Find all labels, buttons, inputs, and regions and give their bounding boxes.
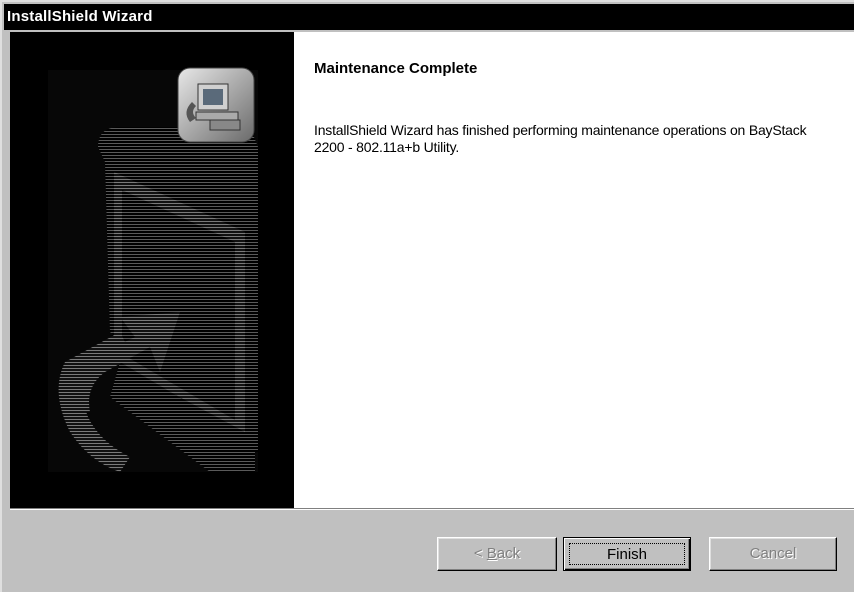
back-button[interactable]: < Back bbox=[437, 537, 557, 571]
back-button-label: ack bbox=[496, 545, 521, 562]
page-title: Maintenance Complete bbox=[314, 60, 478, 77]
cancel-button[interactable]: Cancel bbox=[709, 537, 837, 571]
computer-setup-icon bbox=[177, 67, 255, 143]
divider bbox=[10, 508, 854, 510]
cancel-button-label: Cancel bbox=[749, 545, 797, 562]
focus-rectangle: Finish bbox=[569, 543, 685, 565]
side-panel bbox=[10, 32, 294, 508]
completion-message: InstallShield Wizard has finished perfor… bbox=[314, 122, 807, 155]
content-area: Maintenance Complete InstallShield Wizar… bbox=[294, 32, 854, 508]
window-title: InstallShield Wizard bbox=[7, 8, 153, 25]
installshield-computer-arrow-graphic bbox=[48, 67, 258, 472]
back-button-prefix: < bbox=[473, 545, 487, 562]
title-bar[interactable]: InstallShield Wizard bbox=[4, 4, 854, 30]
finish-button[interactable]: Finish bbox=[563, 537, 691, 571]
finish-button-label: Finish bbox=[606, 546, 647, 563]
installshield-dialog: InstallShield Wizard Maintenance Complet… bbox=[0, 0, 854, 592]
back-button-accelerator: B bbox=[486, 545, 497, 562]
